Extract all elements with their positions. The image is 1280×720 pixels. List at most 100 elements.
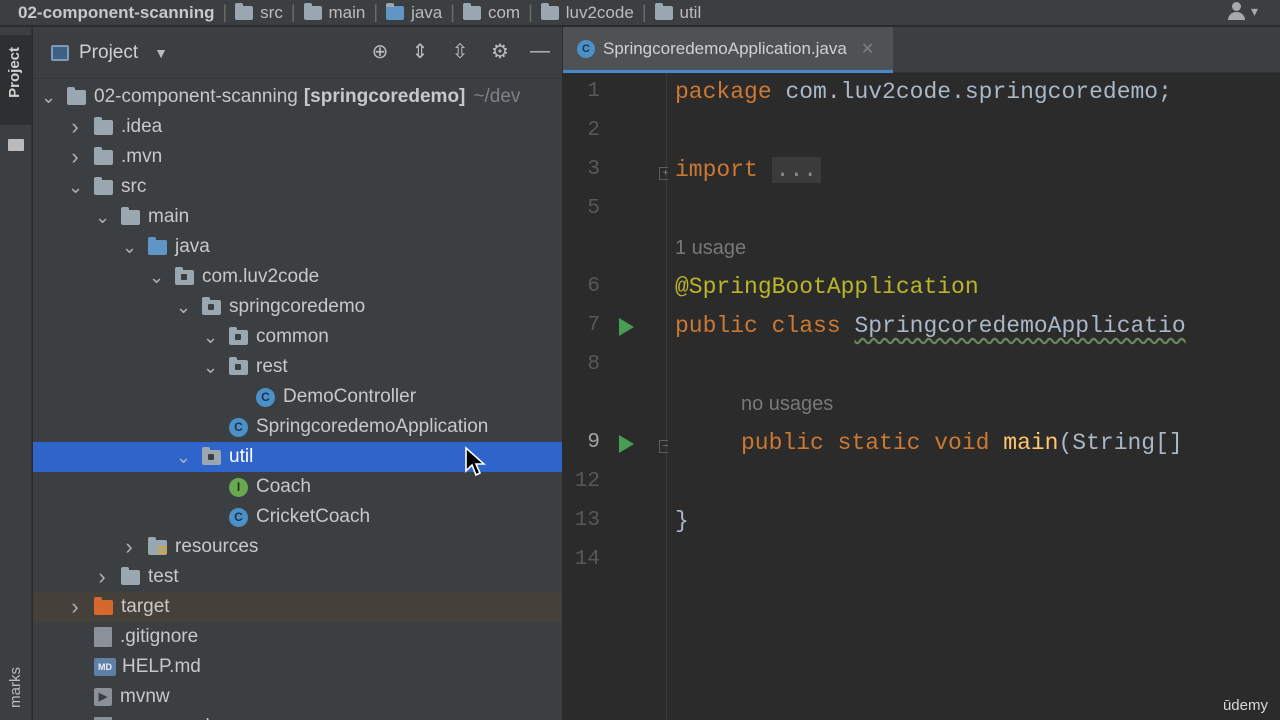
chevron-down-icon[interactable]: ⌄	[176, 298, 191, 316]
breadcrumb-label: util	[679, 2, 702, 22]
tree-item[interactable]: › target	[33, 592, 562, 622]
breadcrumb-project[interactable]: 02-component-scanning	[0, 3, 220, 23]
close-icon[interactable]: ✕	[861, 39, 874, 59]
tree-item[interactable]: ⌄ com.luv2code	[33, 262, 562, 292]
class-name: SpringcoredemoApplicatio	[854, 313, 1186, 339]
keyword: package	[675, 79, 772, 105]
breadcrumb-src[interactable]: src	[229, 2, 289, 23]
breadcrumb-main[interactable]: main	[298, 2, 372, 23]
line-number: 8	[587, 353, 600, 376]
markdown-file-icon: MD	[94, 658, 116, 676]
chevron-right-icon[interactable]: ›	[68, 114, 82, 140]
project-panel-title[interactable]: Project	[79, 42, 138, 64]
tree-item[interactable]: ⌄ rest	[33, 352, 562, 382]
tree-item-label: CricketCoach	[256, 506, 371, 527]
chevron-down-icon[interactable]: ⌄	[41, 88, 56, 106]
code-line: }	[675, 508, 689, 534]
chevron-right-icon[interactable]: ›	[68, 144, 82, 170]
tree-item[interactable]: ›.gitignore	[33, 622, 562, 652]
tree-item[interactable]: ⌄ main	[33, 202, 562, 232]
editor-tab-springcoredemoapplication[interactable]: C SpringcoredemoApplication.java ✕	[563, 27, 893, 73]
line-number: 12	[574, 470, 600, 493]
chevron-down-icon[interactable]: ⌄	[149, 268, 164, 286]
chevron-down-icon[interactable]: ⌄	[122, 238, 137, 256]
package-icon	[229, 356, 248, 375]
chevron-down-icon[interactable]: ⌄	[68, 178, 83, 196]
collapse-all-icon[interactable]: ⇳	[448, 39, 472, 63]
chevron-right-icon[interactable]: ›	[122, 534, 136, 560]
breadcrumb-separator: |	[528, 2, 533, 22]
chevron-down-icon[interactable]: ⌄	[203, 358, 218, 376]
chevron-down-icon[interactable]: ⌄	[176, 448, 191, 466]
chevron-down-icon[interactable]: ⌄	[203, 328, 218, 346]
folder-icon	[121, 566, 140, 585]
tree-item[interactable]: ›CCricketCoach	[33, 502, 562, 532]
run-icon[interactable]	[619, 435, 634, 453]
tree-item[interactable]: ⌄ common	[33, 322, 562, 352]
line-number: 9	[587, 431, 600, 454]
folder-icon	[121, 206, 140, 225]
usages-hint[interactable]: no usages	[741, 393, 833, 416]
chevron-down-icon[interactable]: ⌄	[95, 208, 110, 226]
package-name: com.luv2code.springcoredemo;	[785, 79, 1172, 105]
tree-item[interactable]: ›CDemoController	[33, 382, 562, 412]
tree-item-label: util	[229, 446, 254, 467]
breadcrumb-com[interactable]: com	[457, 2, 526, 23]
tree-item[interactable]: ›mvnw.cmd	[33, 712, 562, 720]
breadcrumb-separator: |	[290, 2, 296, 22]
tree-item[interactable]: ⌄ springcoredemo	[33, 292, 562, 322]
tree-item[interactable]: › resources	[33, 532, 562, 562]
folder-icon	[94, 116, 113, 135]
tree-item-label: .idea	[121, 116, 163, 137]
user-icon	[1227, 2, 1247, 20]
code-line: public class SpringcoredemoApplicatio	[675, 313, 1186, 339]
tree-item[interactable]: › test	[33, 562, 562, 592]
source-folder-icon	[148, 236, 167, 255]
breadcrumb-java[interactable]: java	[380, 2, 448, 23]
package-icon	[175, 266, 194, 285]
chevron-right-icon[interactable]: ›	[95, 564, 109, 590]
code-editor[interactable]: package com.luv2code.springcoredemo; impo…	[668, 73, 1280, 720]
chevron-right-icon[interactable]: ›	[68, 594, 82, 620]
closing-brace: }	[675, 508, 689, 534]
chevron-down-icon[interactable]: ▼	[154, 45, 168, 61]
hide-panel-icon[interactable]: —	[528, 39, 552, 63]
folder-icon	[235, 2, 254, 20]
tree-item-label: target	[121, 596, 170, 617]
mouse-cursor-icon	[465, 446, 486, 477]
tree-item[interactable]: ⌄ src	[33, 172, 562, 202]
project-tool-tab[interactable]: Project	[0, 35, 32, 125]
run-icon[interactable]	[619, 318, 634, 336]
navigation-bar: 02-component-scanning | src | main | jav…	[0, 0, 1280, 26]
class-icon: C	[256, 387, 275, 407]
account-menu[interactable]: ▾	[1227, 2, 1258, 20]
interface-icon: I	[229, 477, 248, 497]
breadcrumb-util[interactable]: util	[649, 2, 708, 23]
tree-item[interactable]: › .mvn	[33, 142, 562, 172]
breadcrumb-separator: |	[450, 2, 455, 22]
breadcrumb-luv2code[interactable]: luv2code	[535, 2, 640, 23]
editor-gutter[interactable]: 1 2 3 +5 6 7 8 9−12 13 14	[563, 73, 672, 720]
annotation: @SpringBootApplication	[675, 274, 979, 300]
project-view-icon	[51, 44, 69, 61]
tree-item[interactable]: ⌄ 02-component-scanning [springcoredemo] ~/…	[33, 82, 562, 112]
tree-item[interactable]: ›MDHELP.md	[33, 652, 562, 682]
method-params: (String[]	[1058, 430, 1183, 456]
project-toolbar: ⊕ ⇕ ⇳ ⚙ —	[368, 39, 552, 63]
tree-item[interactable]: ⌄ java	[33, 232, 562, 262]
tree-item-label: .mvn	[121, 146, 163, 167]
tree-item[interactable]: ›▶mvnw	[33, 682, 562, 712]
tree-item-label: mvnw.cmd	[120, 716, 210, 720]
locate-file-icon[interactable]: ⊕	[368, 39, 392, 63]
excluded-folder-icon	[94, 596, 113, 615]
usages-hint[interactable]: 1 usage	[675, 237, 746, 260]
tree-item-label: springcoredemo	[229, 296, 366, 317]
gear-icon[interactable]: ⚙	[488, 39, 512, 63]
tree-item[interactable]: ›CSpringcoredemoApplication	[33, 412, 562, 442]
breadcrumb-label: java	[411, 2, 443, 22]
breadcrumb-label: src	[260, 2, 283, 22]
expand-all-icon[interactable]: ⇕	[408, 39, 432, 63]
bookmarks-tool-tab[interactable]: marks	[7, 667, 24, 708]
folder-icon	[94, 176, 113, 195]
tree-item[interactable]: › .idea	[33, 112, 562, 142]
